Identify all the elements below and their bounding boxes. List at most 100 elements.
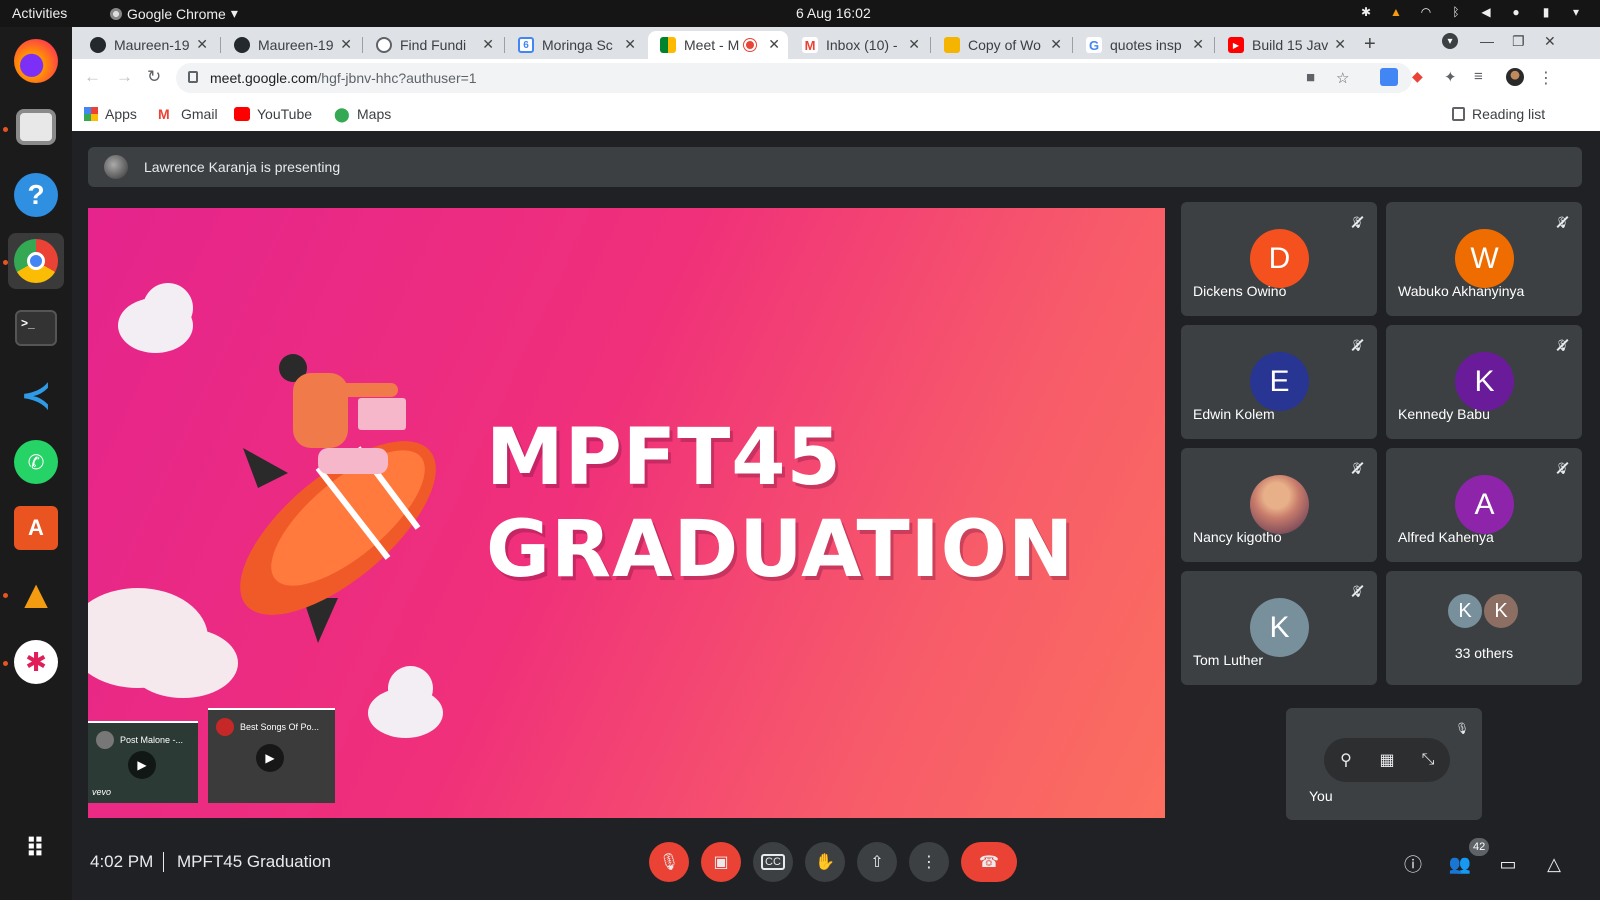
video-thumbnail[interactable]: Post Malone -... ▶ vevo: [88, 721, 198, 803]
vlc-tray-icon[interactable]: ▲: [1388, 4, 1404, 20]
camera-toggle-button[interactable]: ▣: [701, 842, 741, 882]
meet-icon: [660, 37, 676, 53]
hide-tile-icon[interactable]: ▦: [1375, 748, 1399, 772]
tab-google-search[interactable]: Gquotes insp ✕: [1074, 31, 1212, 59]
bluetooth-icon[interactable]: ᛒ: [1448, 4, 1464, 20]
close-tab-icon[interactable]: ✕: [908, 36, 920, 53]
close-tab-icon[interactable]: ✕: [340, 36, 352, 53]
clock[interactable]: 6 Aug 16:02: [796, 5, 871, 21]
maximize-button[interactable]: ❐: [1512, 33, 1525, 50]
play-icon[interactable]: ▶: [128, 751, 156, 779]
close-tab-icon[interactable]: ✕: [482, 36, 494, 53]
others-tile[interactable]: K K 33 others: [1386, 571, 1582, 685]
participant-tile[interactable]: 🎙 K Tom Luther: [1181, 571, 1377, 685]
people-icon[interactable]: 👥: [1448, 852, 1472, 876]
dock-firefox[interactable]: [8, 33, 64, 89]
dock-chrome[interactable]: [8, 233, 64, 289]
participant-tile[interactable]: 🎙 E Edwin Kolem: [1181, 325, 1377, 439]
participant-tile[interactable]: 🎙 W Wabuko Akhanyinya: [1386, 202, 1582, 316]
captions-button[interactable]: CC: [753, 842, 793, 882]
tab-gmail[interactable]: M Inbox (10) - ✕: [790, 31, 928, 59]
slack-tray-icon[interactable]: ✱: [1358, 4, 1374, 20]
close-tab-icon[interactable]: ✕: [768, 36, 780, 53]
wifi-icon[interactable]: ◠: [1418, 4, 1434, 20]
reload-icon[interactable]: ↻: [147, 67, 161, 87]
close-tab-icon[interactable]: ✕: [196, 36, 208, 53]
dock-software-center[interactable]: A: [8, 500, 64, 556]
minimize-tile-icon[interactable]: ⤡: [1416, 748, 1440, 772]
profile-avatar[interactable]: [1506, 68, 1524, 86]
video-thumbnail[interactable]: Best Songs Of Po... ▶: [208, 708, 335, 803]
raise-hand-button[interactable]: ✋: [805, 842, 845, 882]
bookmark-maps[interactable]: ⬤ Maps: [334, 106, 391, 122]
tab-find-fundi[interactable]: Find Fundi ✕: [364, 31, 502, 59]
tab-youtube[interactable]: ▶ Build 15 Jav ✕: [1216, 31, 1354, 59]
back-icon[interactable]: ←: [84, 67, 101, 87]
bookmark-apps[interactable]: Apps: [84, 106, 137, 122]
tab-meet[interactable]: Meet - M ✕: [648, 31, 788, 59]
leave-call-button[interactable]: ☎: [961, 842, 1017, 882]
close-window-button[interactable]: ✕: [1544, 33, 1556, 50]
minimize-button[interactable]: —: [1480, 33, 1494, 49]
chat-icon[interactable]: ▭: [1496, 852, 1520, 876]
close-tab-icon[interactable]: ✕: [1192, 36, 1204, 53]
extensions-puzzle-icon[interactable]: ✦: [1444, 68, 1462, 86]
more-options-button[interactable]: ⋮: [909, 842, 949, 882]
present-button[interactable]: ⇧: [857, 842, 897, 882]
bookmark-star-icon[interactable]: ☆: [1336, 69, 1349, 87]
slide-title: MPFT45 GRADUATION: [486, 412, 1074, 596]
participant-tile[interactable]: 🎙 D Dickens Owino: [1181, 202, 1377, 316]
screencast-extension-icon[interactable]: ◆: [1412, 68, 1430, 86]
power-menu-icon[interactable]: ▾: [1568, 4, 1584, 20]
activities-icon[interactable]: △: [1542, 852, 1566, 876]
lock-icon[interactable]: [188, 71, 198, 83]
dock-whatsapp[interactable]: ✆: [8, 434, 64, 490]
dock-slack[interactable]: ✱: [8, 634, 64, 690]
bookmark-youtube[interactable]: YouTube: [234, 106, 312, 122]
self-tile[interactable]: 🎙 ⚲ ▦ ⤡ You: [1286, 708, 1482, 820]
browser-toolbar: ← → ↻ meet.google.com/hgf-jbnv-hhc?authu…: [72, 59, 1600, 97]
menu-kebab-icon[interactable]: ⋮: [1538, 68, 1556, 87]
mic-toggle-button[interactable]: 🎙: [649, 842, 689, 882]
url-text[interactable]: meet.google.com/hgf-jbnv-hhc?authuser=1: [210, 70, 477, 86]
close-tab-icon[interactable]: ✕: [624, 36, 636, 53]
extension-icon[interactable]: [1380, 68, 1398, 86]
close-tab-icon[interactable]: ✕: [1334, 36, 1346, 53]
play-icon[interactable]: ▶: [256, 744, 284, 772]
participant-tile[interactable]: 🎙 A Alfred Kahenya: [1386, 448, 1582, 562]
meeting-details-icon[interactable]: ⓘ: [1401, 852, 1425, 876]
dock-help[interactable]: ?: [8, 167, 64, 223]
bookmark-gmail[interactable]: M Gmail: [158, 106, 218, 122]
app-menu[interactable]: Google Chrome ▾: [110, 5, 238, 22]
dock-vlc[interactable]: ▲: [8, 567, 64, 623]
participant-tile[interactable]: 🎙 Nancy kigotho: [1181, 448, 1377, 562]
system-tray[interactable]: ✱ ▲ ◠ ᛒ ◀ ● ▮ ▾: [1358, 4, 1584, 20]
recording-icon: [744, 39, 756, 51]
new-tab-button[interactable]: +: [1364, 33, 1376, 56]
battery-icon[interactable]: ▮: [1538, 4, 1554, 20]
dock-terminal[interactable]: >_: [8, 300, 64, 356]
forward-icon[interactable]: →: [116, 67, 133, 87]
camera-in-use-icon[interactable]: ■: [1306, 69, 1315, 86]
participant-tile[interactable]: 🎙 K Kennedy Babu: [1386, 325, 1582, 439]
slack-icon: ✱: [14, 640, 58, 684]
volume-icon[interactable]: ◀: [1478, 4, 1494, 20]
tab-moringa[interactable]: 6 Moringa Sc ✕: [506, 31, 644, 59]
reading-list-button[interactable]: Reading list: [1452, 106, 1545, 122]
pin-icon[interactable]: ⚲: [1334, 748, 1358, 772]
close-tab-icon[interactable]: ✕: [1050, 36, 1062, 53]
microphone-icon[interactable]: ●: [1508, 4, 1524, 20]
slides-icon: [944, 37, 960, 53]
tab-slides[interactable]: Copy of Wo ✕: [932, 31, 1070, 59]
show-applications[interactable]: ⠿: [8, 820, 64, 876]
dock-files[interactable]: [8, 99, 64, 155]
address-bar[interactable]: meet.google.com/hgf-jbnv-hhc?authuser=1 …: [176, 63, 1412, 93]
dock: ? >_ ≺ ✆ A ▲ ✱ ⠿: [0, 27, 72, 900]
dock-vscode[interactable]: ≺: [8, 367, 64, 423]
tab-search-icon[interactable]: ▾: [1442, 33, 1458, 49]
activities-button[interactable]: Activities: [12, 5, 67, 21]
presentation-screen[interactable]: MPFT45 GRADUATION Post Malone -... ▶ vev…: [88, 208, 1165, 818]
tab-github-1[interactable]: Maureen-19 ✕: [78, 31, 216, 59]
tab-github-2[interactable]: Maureen-19 ✕: [222, 31, 360, 59]
media-controls-icon[interactable]: ≡: [1474, 68, 1492, 86]
